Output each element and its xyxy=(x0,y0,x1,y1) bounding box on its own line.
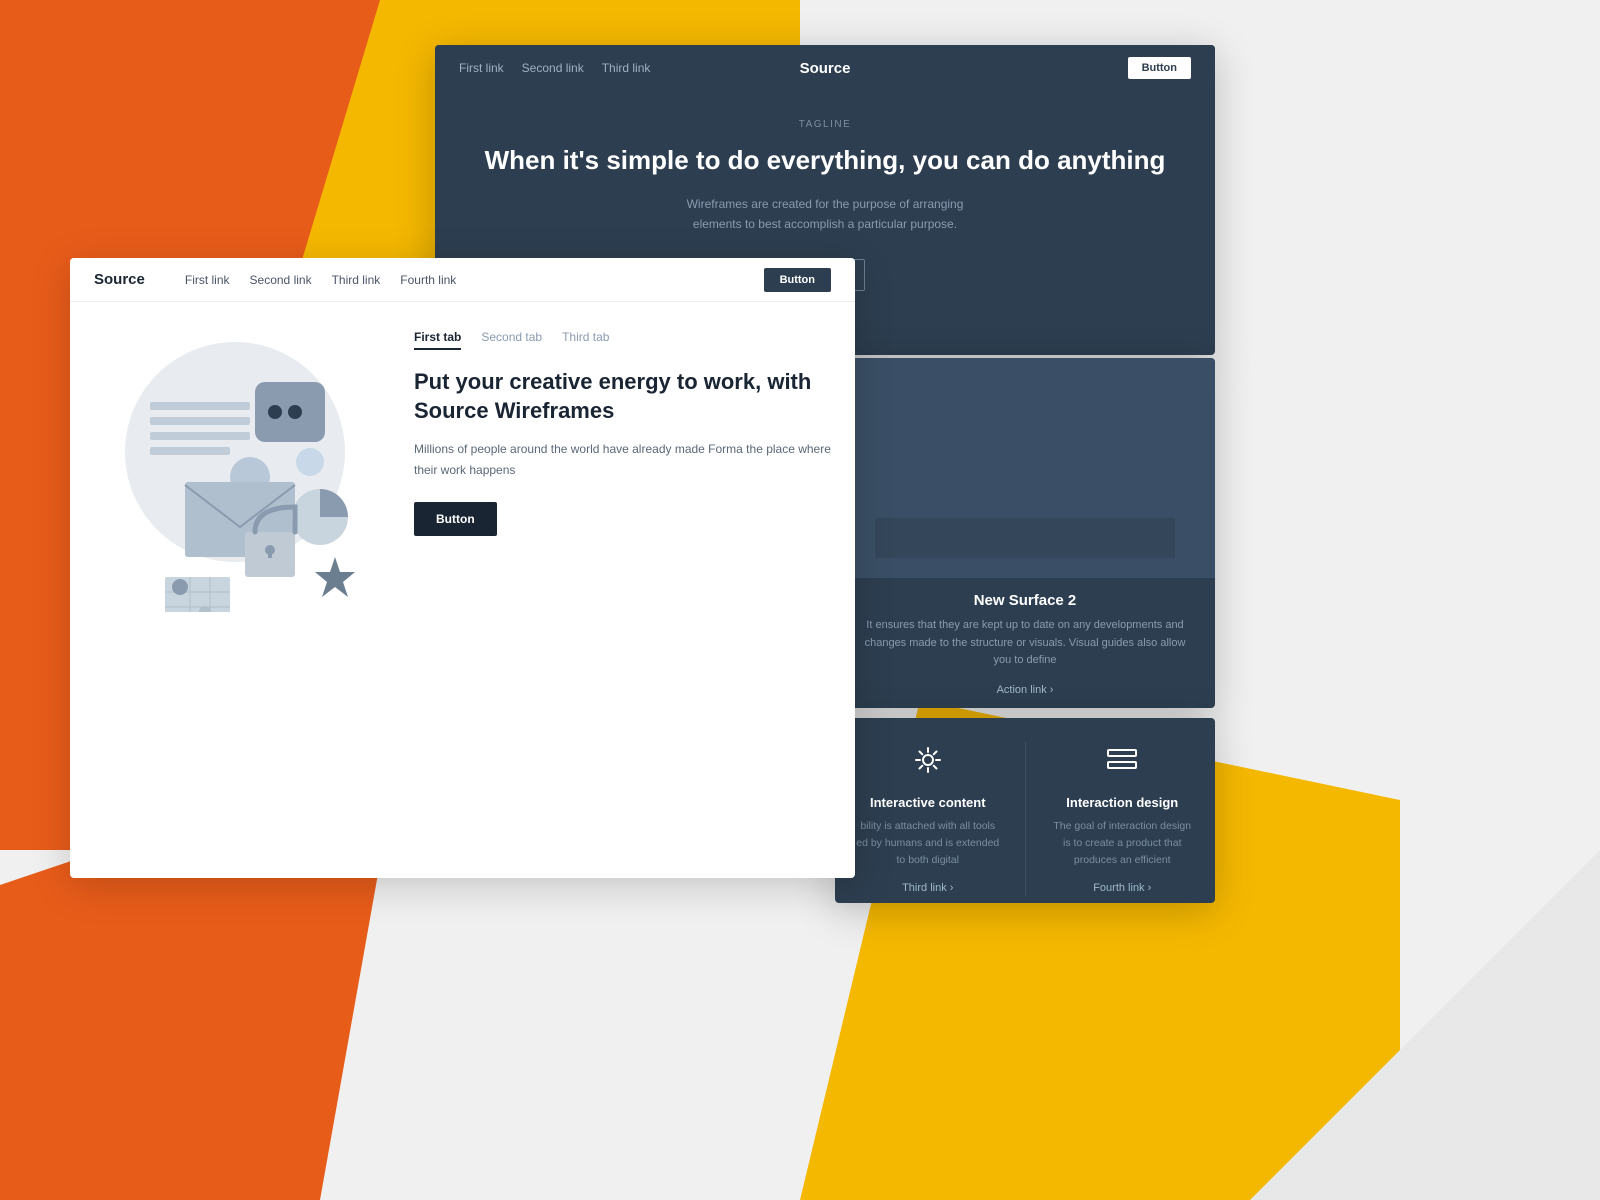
main-nav-button[interactable]: Button xyxy=(764,268,831,292)
feature-dark-desc-2: The goal of interaction design is to cre… xyxy=(1050,818,1196,868)
illustration-area xyxy=(70,302,390,878)
dark-top-nav-links: First link Second link Third link xyxy=(459,61,650,75)
main-content: First tab Second tab Third tab Put your … xyxy=(390,302,855,878)
main-cta-button[interactable]: Button xyxy=(414,502,497,536)
dark-top-nav: First link Second link Third link Source… xyxy=(435,45,1215,91)
feature-dark-interactive-content: Interactive content bility is attached w… xyxy=(855,742,1001,896)
layout-icon xyxy=(1104,742,1140,778)
feature-divider xyxy=(1025,742,1026,896)
main-description: Millions of people around the world have… xyxy=(414,439,831,480)
feature-dark-desc-1: bility is attached with all tools ed by … xyxy=(855,818,1001,868)
feature-dark-interaction-design: Interaction design The goal of interacti… xyxy=(1050,742,1196,896)
surface-image xyxy=(835,358,1215,578)
main-illustration xyxy=(90,322,380,612)
nav-link-second[interactable]: Second link xyxy=(522,61,584,75)
surface-content: New Surface 2 It ensures that they are k… xyxy=(835,578,1215,708)
gear-icon xyxy=(910,742,946,778)
main-body: First tab Second tab Third tab Put your … xyxy=(70,302,855,878)
feature-dark-link-2[interactable]: Fourth link › xyxy=(1093,882,1151,894)
dark-top-brand: Source xyxy=(800,60,851,77)
main-nav-link-first[interactable]: First link xyxy=(185,273,230,287)
tabs-row: First tab Second tab Third tab xyxy=(414,330,831,350)
main-brand: Source xyxy=(94,271,145,288)
main-nav-links: First link Second link Third link Fourth… xyxy=(185,273,456,287)
card-dark-bottom: New Surface 2 It ensures that they are k… xyxy=(835,358,1215,708)
feature-dark-link-1[interactable]: Third link › xyxy=(902,882,953,894)
surface-title: New Surface 2 xyxy=(859,592,1191,609)
tab-second[interactable]: Second tab xyxy=(481,330,542,350)
surface-graphic xyxy=(875,378,1175,558)
main-nav-link-fourth[interactable]: Fourth link xyxy=(400,273,456,287)
tab-third[interactable]: Third tab xyxy=(562,330,609,350)
nav-link-third[interactable]: Third link xyxy=(602,61,651,75)
dark-hero-description: Wireframes are created for the purpose o… xyxy=(665,194,985,235)
main-nav-link-second[interactable]: Second link xyxy=(250,273,312,287)
tab-first[interactable]: First tab xyxy=(414,330,461,350)
feature-dark-title-1: Interactive content xyxy=(855,795,1001,810)
features-dark-container: Interactive content bility is attached w… xyxy=(835,718,1215,903)
main-nav-link-third[interactable]: Third link xyxy=(332,273,381,287)
dark-hero-heading: When it's simple to do everything, you c… xyxy=(459,144,1191,178)
nav-link-first[interactable]: First link xyxy=(459,61,504,75)
main-heading: Put your creative energy to work, with S… xyxy=(414,368,831,425)
dark-top-nav-button[interactable]: Button xyxy=(1128,57,1191,79)
main-nav: Source First link Second link Third link… xyxy=(70,258,855,302)
dark-hero-tagline: TAGLINE xyxy=(459,119,1191,130)
surface-action-link[interactable]: Action link › xyxy=(997,684,1054,696)
surface-description: It ensures that they are kept up to date… xyxy=(859,617,1191,670)
feature-dark-title-2: Interaction design xyxy=(1050,795,1196,810)
card-main: Source First link Second link Third link… xyxy=(70,258,855,878)
card-dark-features: Interactive content bility is attached w… xyxy=(835,718,1215,903)
